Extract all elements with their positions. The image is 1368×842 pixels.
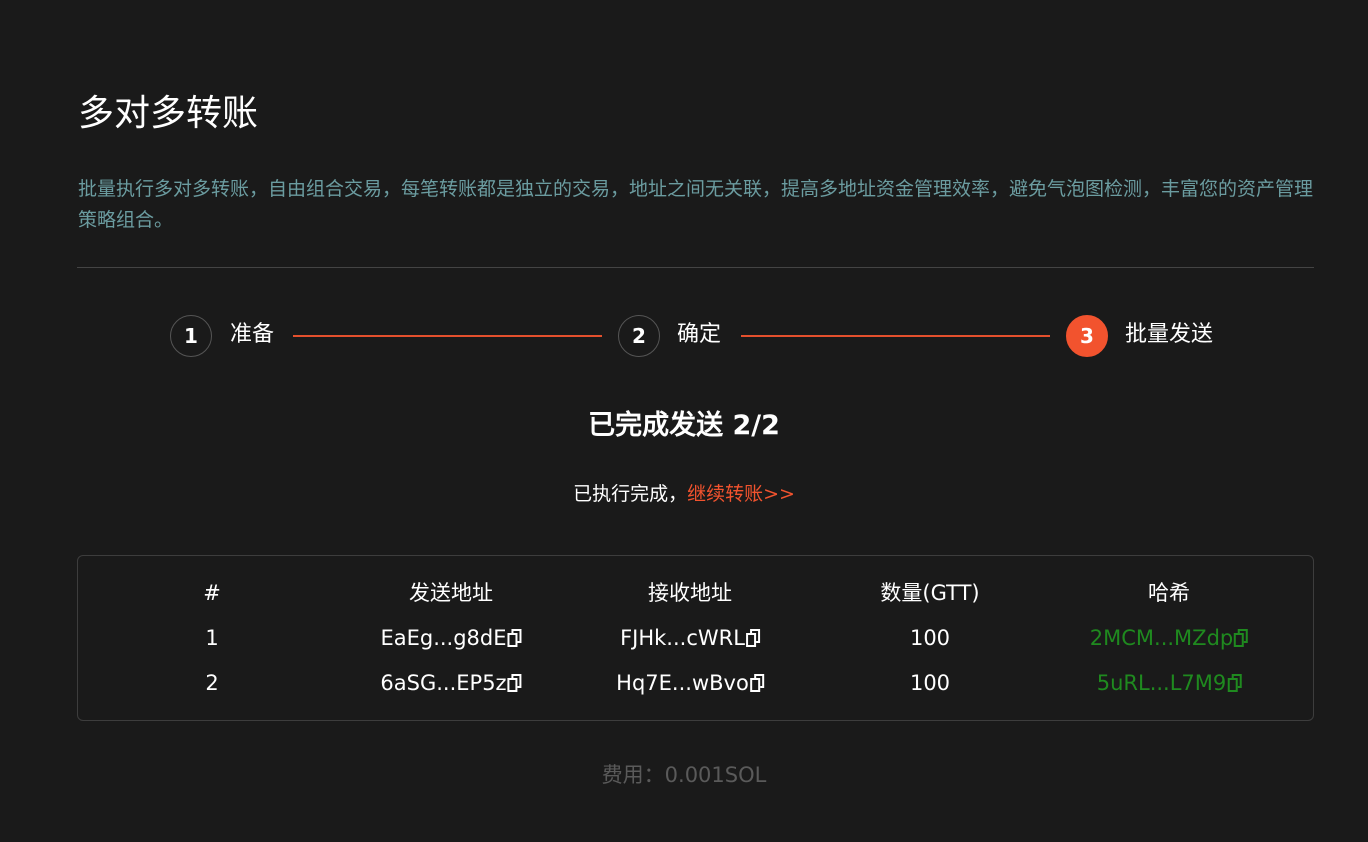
continue-transfer-link[interactable]: 继续转账>> — [687, 483, 795, 505]
step-2-label: 确定 — [677, 322, 722, 347]
fee-text: 费用：0.001SOL — [601, 763, 767, 787]
row-index: 2 — [205, 671, 219, 695]
transaction-hash-link[interactable]: 2MCM...MZdp — [1090, 626, 1233, 650]
step-connector-1 — [293, 335, 602, 337]
transaction-hash-link[interactable]: 5uRL...L7M9 — [1097, 671, 1227, 695]
column-header-hash: 哈希 — [1148, 581, 1190, 605]
to-address: FJHk...cWRL — [620, 626, 745, 650]
amount: 100 — [909, 671, 951, 695]
column-header-amount: 数量(GTT) — [880, 581, 980, 605]
header-divider — [77, 267, 1314, 268]
step-3-label: 批量发送 — [1125, 322, 1214, 347]
page: 多对多转账 批量执行多对多转账，自由组合交易，每笔转账都是独立的交易，地址之间无… — [0, 0, 1368, 842]
page-title: 多对多转账 — [78, 93, 259, 134]
to-address: Hq7E...wBvo — [616, 671, 749, 695]
row-index: 1 — [205, 626, 219, 650]
copy-icon[interactable] — [749, 674, 764, 692]
result-message-line: 已执行完成，继续转账>> — [0, 480, 1368, 508]
to-address-cell: FJHk...cWRL — [620, 623, 760, 653]
from-address: 6aSG...EP5z — [380, 671, 507, 695]
page-description: 批量执行多对多转账，自由组合交易，每笔转账都是独立的交易，地址之间无关联，提高多… — [78, 178, 1314, 231]
copy-icon[interactable] — [1234, 629, 1249, 647]
from-address: EaEg...g8dE — [380, 626, 507, 650]
result-title: 已完成发送 2/2 — [588, 410, 780, 441]
copy-icon[interactable] — [745, 629, 760, 647]
to-address-cell: Hq7E...wBvo — [616, 668, 764, 698]
step-1-number: 1 — [170, 315, 212, 357]
result-message: 已执行完成， — [573, 483, 688, 505]
step-2-number: 2 — [618, 315, 660, 357]
amount: 100 — [909, 626, 951, 650]
copy-icon[interactable] — [1227, 674, 1242, 692]
step-3-number: 3 — [1066, 315, 1108, 357]
from-address-cell: 6aSG...EP5z — [380, 668, 522, 698]
hash-cell: 2MCM...MZdp — [1090, 623, 1249, 653]
step-connector-2 — [741, 335, 1050, 337]
column-header-from: 发送地址 — [409, 581, 493, 605]
step-1-label: 准备 — [230, 322, 275, 347]
from-address-cell: EaEg...g8dE — [380, 623, 522, 653]
copy-icon[interactable] — [507, 629, 522, 647]
column-header-to: 接收地址 — [648, 581, 732, 605]
hash-cell: 5uRL...L7M9 — [1097, 668, 1242, 698]
results-table: # 发送地址 接收地址 数量(GTT) 哈希 1 EaEg...g8dE FJH… — [77, 555, 1314, 721]
copy-icon[interactable] — [507, 674, 522, 692]
column-header-index: # — [203, 581, 221, 605]
